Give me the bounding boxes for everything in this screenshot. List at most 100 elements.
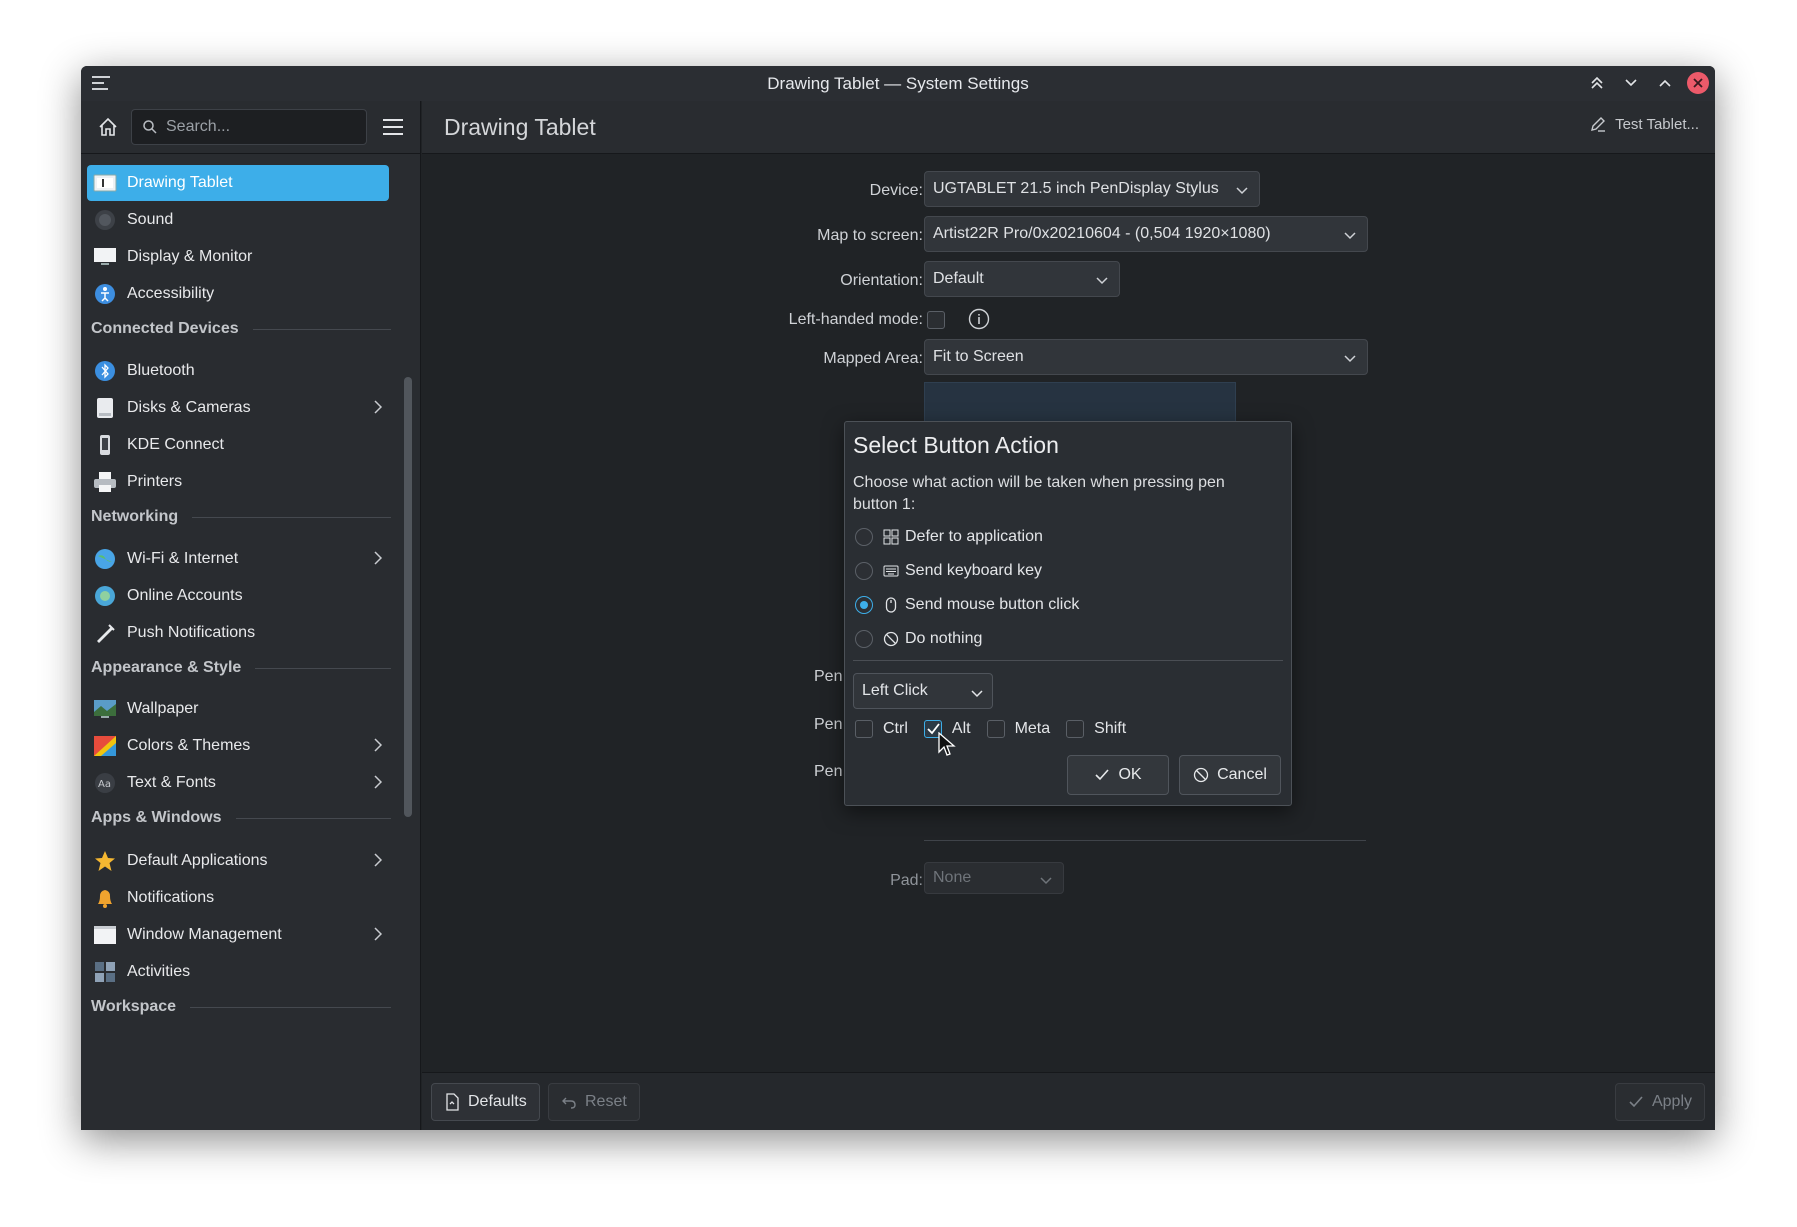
ctrl-modifier[interactable]: Ctrl	[855, 720, 908, 738]
pad-combo[interactable]: None	[924, 862, 1064, 894]
home-button[interactable]	[93, 112, 123, 142]
chevron-right-icon	[373, 774, 383, 795]
sidebar-item-label: Bluetooth	[127, 362, 195, 379]
mouse-cursor-icon	[938, 731, 956, 763]
sidebar-item-label: Disks & Cameras	[127, 399, 251, 416]
chevron-right-icon	[373, 926, 383, 947]
defaults-button[interactable]: Defaults	[431, 1083, 540, 1121]
meta-modifier[interactable]: Meta	[986, 720, 1050, 738]
device-combo[interactable]: UGTABLET 21.5 inch PenDisplay Stylus	[924, 171, 1260, 207]
footer-bar: Defaults Reset Apply	[422, 1072, 1715, 1130]
radio-button[interactable]	[855, 528, 873, 546]
sidebar: Drawing Tablet Sound Display & Monitor A…	[81, 101, 421, 1130]
mapped-area-combo[interactable]: Fit to Screen	[924, 339, 1368, 375]
app-menu-icon[interactable]	[91, 74, 111, 92]
speaker-icon	[93, 208, 117, 232]
chevron-right-icon	[373, 852, 383, 873]
option-send-mouse-button-click[interactable]: Send mouse button click	[855, 596, 1079, 614]
hamburger-menu-button[interactable]	[379, 113, 407, 141]
keep-above-button[interactable]	[1585, 70, 1609, 96]
map-to-screen-combo[interactable]: Artist22R Pro/0x20210604 - (0,504 1920×1…	[924, 216, 1368, 252]
window-icon	[93, 923, 117, 947]
sidebar-item-kde-connect[interactable]: KDE Connect	[87, 427, 389, 463]
sidebar-item-label: Text & Fonts	[127, 774, 216, 791]
sidebar-item-online-accounts[interactable]: Online Accounts	[87, 578, 389, 614]
sidebar-item-window-management[interactable]: Window Management	[87, 917, 389, 953]
ok-button[interactable]: OK	[1067, 755, 1169, 795]
minimize-button[interactable]	[1619, 70, 1643, 96]
shift-modifier[interactable]: Shift	[1066, 720, 1126, 738]
test-tablet-button[interactable]: Test Tablet...	[1589, 115, 1699, 133]
section-workspace: Workspace	[91, 993, 391, 1021]
sidebar-item-colors-themes[interactable]: Colors & Themes	[87, 728, 389, 764]
sidebar-item-wifi-internet[interactable]: Wi-Fi & Internet	[87, 541, 389, 577]
page-title: Drawing Tablet	[444, 113, 596, 140]
apply-button[interactable]: Apply	[1614, 1083, 1705, 1121]
radio-button[interactable]	[855, 630, 873, 648]
sidebar-item-label: Default Applications	[127, 852, 268, 869]
sidebar-item-printers[interactable]: Printers	[87, 464, 389, 500]
sidebar-item-accessibility[interactable]: Accessibility	[87, 276, 389, 312]
sidebar-item-text-fonts[interactable]: Aa Text & Fonts	[87, 765, 389, 801]
dialog-description: Choose what action will be taken when pr…	[853, 474, 1225, 513]
font-icon: Aa	[93, 771, 117, 795]
left-handed-checkbox[interactable]	[927, 311, 945, 329]
pen-button-3-label: Pen	[814, 763, 843, 780]
meta-checkbox[interactable]	[986, 720, 1005, 738]
pen-icon	[1591, 117, 1606, 132]
search-input[interactable]	[166, 118, 346, 136]
sidebar-item-label: Wallpaper	[127, 700, 199, 717]
ctrl-checkbox[interactable]	[855, 720, 873, 738]
sidebar-item-label: Push Notifications	[127, 624, 256, 641]
section-appearance-style: Appearance & Style	[91, 654, 391, 682]
mapped-area-preview[interactable]	[924, 382, 1236, 422]
sidebar-item-label: Drawing Tablet	[127, 174, 233, 191]
sidebar-item-label: Window Management	[127, 926, 282, 943]
title-bar[interactable]: Drawing Tablet — System Settings	[81, 66, 1715, 101]
activities-icon	[93, 960, 117, 984]
option-send-keyboard-key[interactable]: Send keyboard key	[855, 562, 1042, 580]
chevron-down-icon	[1235, 183, 1249, 201]
info-icon[interactable]	[968, 308, 990, 335]
home-icon	[99, 117, 117, 136]
sidebar-item-label: Printers	[127, 473, 183, 490]
bluetooth-icon	[93, 359, 117, 383]
sidebar-item-label: KDE Connect	[127, 436, 224, 453]
section-apps-windows: Apps & Windows	[91, 804, 391, 832]
option-defer-to-application[interactable]: Defer to application	[855, 528, 1043, 546]
chevron-down-icon	[1095, 273, 1109, 291]
sidebar-item-label: Notifications	[127, 889, 215, 906]
chevron-right-icon	[373, 399, 383, 420]
sidebar-item-notifications[interactable]: Notifications	[87, 880, 389, 916]
mouse-icon	[883, 597, 899, 613]
pad-label: Pad:	[890, 872, 923, 889]
sidebar-item-push-notifications[interactable]: Push Notifications	[87, 615, 389, 651]
radio-button[interactable]	[855, 562, 873, 580]
section-networking: Networking	[91, 503, 391, 531]
sidebar-item-drawing-tablet[interactable]: Drawing Tablet	[87, 165, 389, 201]
sidebar-item-label: Accessibility	[127, 285, 215, 302]
sidebar-item-activities[interactable]: Activities	[87, 954, 389, 990]
sidebar-scrollbar[interactable]	[404, 377, 412, 817]
orientation-combo[interactable]: Default	[924, 261, 1120, 297]
close-icon	[1693, 78, 1703, 88]
mouse-button-combo[interactable]: Left Click	[853, 673, 993, 709]
sidebar-item-default-applications[interactable]: Default Applications	[87, 843, 389, 879]
keyboard-icon	[883, 563, 899, 579]
dialog-title: Select Button Action	[853, 432, 1059, 458]
sidebar-item-display-monitor[interactable]: Display & Monitor	[87, 239, 389, 275]
reset-button[interactable]: Reset	[548, 1083, 640, 1121]
radio-button-selected[interactable]	[855, 596, 873, 614]
cancel-button[interactable]: Cancel	[1179, 755, 1281, 795]
close-button[interactable]	[1687, 72, 1709, 94]
sidebar-item-sound[interactable]: Sound	[87, 202, 389, 238]
sidebar-item-wallpaper[interactable]: Wallpaper	[87, 691, 389, 727]
sidebar-item-bluetooth[interactable]: Bluetooth	[87, 353, 389, 389]
search-field[interactable]	[131, 109, 367, 145]
option-do-nothing[interactable]: Do nothing	[855, 630, 982, 648]
mapped-area-label: Mapped Area:	[823, 350, 923, 367]
sidebar-item-disks-cameras[interactable]: Disks & Cameras	[87, 390, 389, 426]
shift-checkbox[interactable]	[1066, 720, 1085, 738]
pen-button-2-label: Pen	[814, 716, 843, 733]
maximize-button[interactable]	[1653, 70, 1677, 96]
